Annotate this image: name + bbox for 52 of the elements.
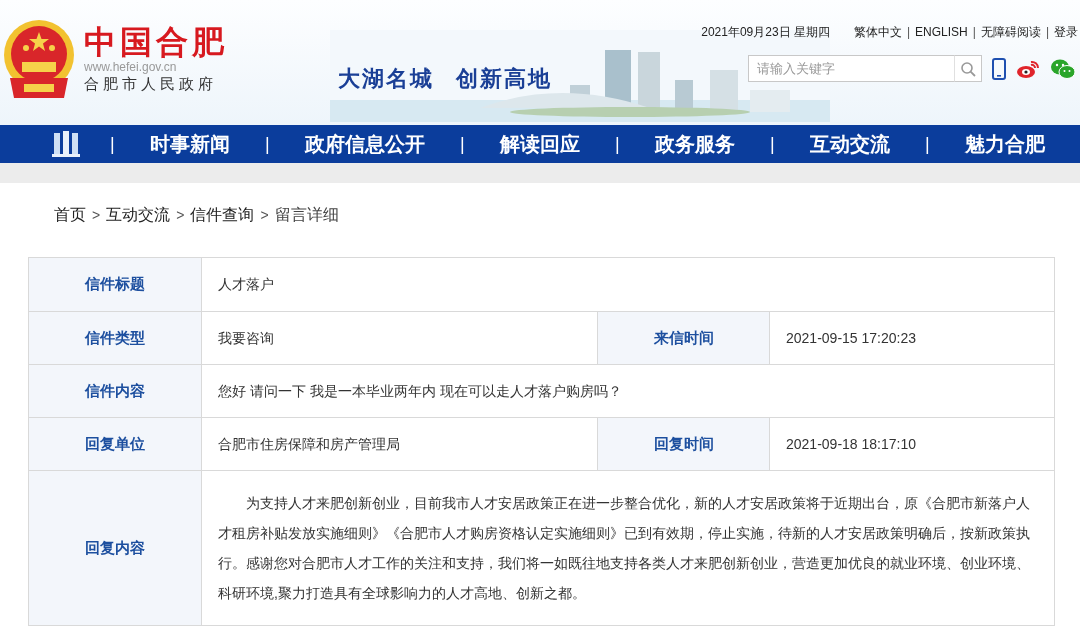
- search-field[interactable]: 请输入关键字: [748, 55, 954, 82]
- nav-separator: |: [265, 132, 270, 156]
- nav-separator: |: [770, 132, 775, 156]
- separator-text: |: [906, 24, 911, 41]
- nav-item[interactable]: 政府信息公开: [304, 129, 425, 159]
- breadcrumb-link[interactable]: 互动交流: [106, 203, 171, 227]
- top-link[interactable]: 繁体中文: [853, 23, 902, 41]
- building-icon[interactable]: [52, 131, 80, 157]
- nav-separator: |: [110, 132, 115, 156]
- nav-item[interactable]: 解读回应: [499, 129, 580, 159]
- breadcrumb-link[interactable]: 首页: [54, 203, 86, 227]
- value-cell: 人才落户: [201, 258, 1054, 311]
- site-title: 中国合肥: [84, 24, 228, 60]
- search-icon: [960, 60, 976, 77]
- wechat-icon[interactable]: [1050, 57, 1076, 80]
- value-cell: 2021-09-15 17:20:23: [769, 312, 1054, 364]
- site-url: www.hefei.gov.cn: [84, 60, 178, 74]
- nav-separator: |: [925, 132, 930, 156]
- site-subtitle: 合肥市人民政府: [84, 74, 218, 94]
- emblem-icon: [2, 18, 76, 100]
- top-link[interactable]: ENGLISH: [915, 23, 968, 41]
- breadcrumb-separator: >: [176, 205, 185, 225]
- label-cell: 回复单位: [29, 418, 201, 470]
- label-cell: 来信时间: [597, 312, 769, 364]
- label-cell: 回复时间: [597, 418, 769, 470]
- nav-separator: |: [615, 132, 620, 156]
- label-cell: 回复内容: [29, 471, 201, 625]
- breadcrumb-separator: >: [260, 205, 269, 225]
- value-cell: 您好 请问一下 我是一本毕业两年内 现在可以走人才落户购房吗？: [201, 365, 1054, 417]
- separator-text: |: [1045, 24, 1049, 41]
- slogan-text: 创新高地: [456, 65, 552, 93]
- value-cell: 2021-09-18 18:17:10: [769, 418, 1054, 470]
- date-text: 2021年09月23日 星期四: [701, 24, 830, 41]
- top-link[interactable]: 无障碍阅读: [980, 23, 1041, 41]
- breadcrumb-separator: >: [92, 205, 101, 225]
- top-link[interactable]: 登录: [1054, 23, 1078, 41]
- label-cell: 信件标题: [29, 258, 201, 311]
- phone-icon[interactable]: [992, 57, 1006, 80]
- separator-text: |: [972, 24, 976, 41]
- nav-separator: |: [460, 132, 465, 156]
- breadcrumb-link[interactable]: 信件查询: [190, 203, 255, 227]
- nav-item[interactable]: 互动交流: [809, 129, 890, 159]
- search-button[interactable]: [954, 55, 982, 82]
- nav-item[interactable]: 魅力合肥: [964, 129, 1045, 159]
- slogan-text: 大湖名城: [338, 65, 434, 93]
- label-cell: 信件类型: [29, 312, 201, 364]
- weibo-icon[interactable]: [1016, 58, 1040, 79]
- label-cell: 信件内容: [29, 365, 201, 417]
- nav-item[interactable]: 政务服务: [654, 129, 735, 159]
- reply-paragraph: 为支持人才来肥创新创业，目前我市人才安居政策正在进一步整合优化，新的人才安居政策将于近期出台，原《合肥市新落户人才租房补贴发放实施细则》《合肥市人才购房资格认定实施细则》已到有效期，停止实施，待新的人才安居政策明确后，按新政策执行。感谢您对合肥市人才工作的关注和支持，我们将一如既往地支持各类人才来肥创新创业，营造更加优良的就业环境、创业环境、科研环境,聚力打造具有全球影响力的人才高地、创新之都。: [218, 494, 1031, 603]
- breadcrumb-current: 留言详细: [274, 205, 339, 225]
- nav-item[interactable]: 时事新闻: [149, 129, 230, 159]
